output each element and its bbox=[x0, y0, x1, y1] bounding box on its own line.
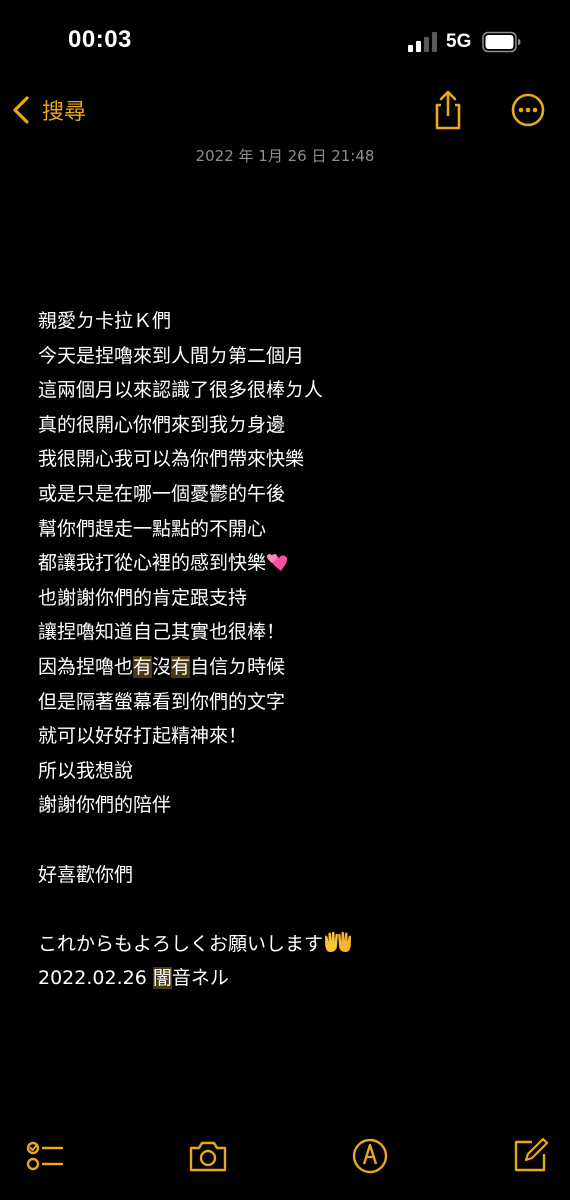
network-label: 5G bbox=[446, 31, 472, 52]
note-date: 2022 年 1月 26 日 21:48 bbox=[195, 147, 375, 165]
note-line: 就可以好好打起精神來！ bbox=[38, 725, 248, 748]
note-blank-line bbox=[38, 823, 538, 858]
note-line: これからもよろしくお願いします bbox=[38, 927, 538, 962]
note-line: 幫你們趕走一點點的不開心 bbox=[38, 517, 267, 540]
markup-pen-icon[interactable] bbox=[350, 1136, 390, 1176]
bottom-toolbar bbox=[0, 1130, 570, 1180]
note-line-text: 因為捏嚕也 bbox=[38, 655, 134, 678]
note-line-text: 2022.02.26 bbox=[38, 967, 153, 990]
note-line-text: 音ネル bbox=[171, 967, 229, 990]
note-line: 因為捏嚕也有沒有自信ㄉ時候 bbox=[38, 650, 538, 685]
note-line: 但是隔著螢幕看到你們的文字 bbox=[38, 690, 286, 713]
back-label: 搜尋 bbox=[42, 100, 87, 125]
note-blank-line bbox=[38, 892, 538, 927]
search-highlight: 有 bbox=[133, 655, 153, 678]
note-line: 謝謝你們的陪伴 bbox=[38, 794, 172, 817]
note-line: 讓捏嚕知道自己其實也很棒！ bbox=[38, 621, 286, 644]
search-highlight: 有 bbox=[171, 655, 191, 678]
share-icon[interactable] bbox=[426, 88, 470, 132]
note-line: 真的很開心你們來到我ㄉ身邊 bbox=[38, 413, 286, 436]
status-time: 00:03 bbox=[68, 26, 132, 53]
checklist-icon[interactable] bbox=[24, 1136, 64, 1176]
compose-icon[interactable] bbox=[510, 1136, 550, 1176]
palms-up-hands-emoji bbox=[325, 931, 352, 952]
note-line: 這兩個月以來認識了很多很棒ㄉ人 bbox=[38, 379, 324, 402]
note-line: 今天是捏嚕來到人間ㄉ第二個月 bbox=[38, 344, 305, 367]
back-button[interactable]: 搜尋 bbox=[10, 88, 86, 132]
note-line-text: 沒 bbox=[152, 655, 172, 678]
note-body[interactable]: 親愛ㄉ卡拉Ｋ們 今天是捏嚕來到人間ㄉ第二個月 這兩個月以來認識了很多很棒ㄉ人 真… bbox=[38, 304, 538, 996]
chevron-left-icon bbox=[13, 96, 29, 124]
note-line-text: 自信ㄉ時候 bbox=[190, 655, 286, 678]
status-bar: 00:03 5G bbox=[0, 0, 570, 84]
note-line: 也謝謝你們的肯定跟支持 bbox=[38, 586, 248, 609]
search-highlight: 闇 bbox=[152, 967, 172, 990]
note-line: 都讓我打從心裡的感到快樂 bbox=[38, 546, 538, 581]
note-line-text: 都讓我打從心裡的感到快樂 bbox=[38, 552, 267, 575]
note-line-text: これからもよろしくお願いします bbox=[38, 932, 324, 955]
two-hearts-emoji bbox=[267, 554, 288, 572]
more-circle-icon[interactable] bbox=[506, 88, 550, 132]
note-line: 好喜歡你們 bbox=[38, 863, 134, 886]
note-line: 我很開心我可以為你們帶來快樂 bbox=[38, 448, 305, 471]
note-line: 2022.02.26 闇音ネル bbox=[38, 961, 538, 996]
camera-icon[interactable] bbox=[188, 1136, 228, 1176]
note-line: 所以我想說 bbox=[38, 759, 134, 782]
battery-icon bbox=[482, 31, 521, 53]
note-line: 親愛ㄉ卡拉Ｋ們 bbox=[38, 310, 172, 332]
note-line: 或是只是在哪一個憂鬱的午後 bbox=[38, 482, 286, 505]
cellular-signal-icon bbox=[408, 32, 437, 52]
